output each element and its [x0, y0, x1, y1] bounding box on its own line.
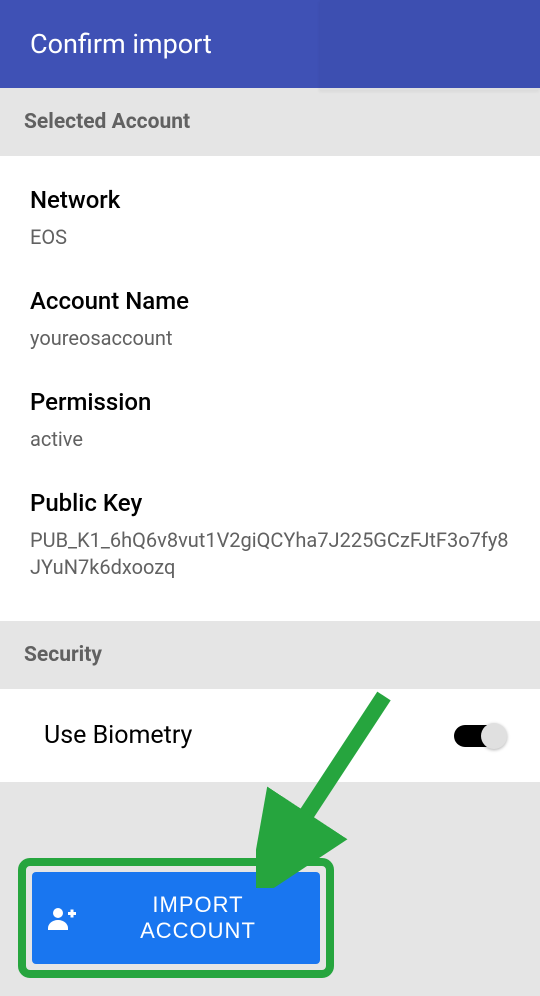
field-permission-label: Permission	[30, 388, 510, 416]
section-header-security: Security	[0, 621, 540, 689]
field-account-name: Account Name youreosaccount	[30, 287, 510, 352]
import-account-button[interactable]: IMPORT ACCOUNT	[32, 872, 320, 964]
field-permission: Permission active	[30, 388, 510, 453]
field-public-key-label: Public Key	[30, 489, 510, 517]
header-overlay	[320, 0, 540, 90]
field-network-value: EOS	[30, 224, 510, 251]
section-header-account: Selected Account	[0, 88, 540, 156]
biometry-toggle[interactable]	[454, 725, 504, 747]
field-permission-value: active	[30, 426, 510, 453]
page-title: Confirm import	[30, 28, 212, 60]
toggle-thumb	[481, 723, 507, 749]
bottom-action-area: IMPORT ACCOUNT	[0, 840, 540, 996]
app-header: Confirm import	[0, 0, 540, 88]
field-public-key: Public Key PUB_K1_6hQ6v8vut1V2giQCYha7J2…	[30, 489, 510, 581]
account-details-card: Network EOS Account Name youreosaccount …	[0, 156, 540, 621]
field-network: Network EOS	[30, 186, 510, 251]
field-account-name-value: youreosaccount	[30, 325, 510, 352]
add-user-icon	[48, 906, 76, 930]
tutorial-highlight: IMPORT ACCOUNT	[18, 858, 334, 978]
biometry-row: Use Biometry	[0, 689, 540, 782]
import-button-label: IMPORT ACCOUNT	[92, 892, 304, 944]
field-public-key-value: PUB_K1_6hQ6v8vut1V2giQCYha7J225GCzFJtF3o…	[30, 527, 510, 581]
biometry-label: Use Biometry	[44, 721, 192, 750]
field-network-label: Network	[30, 186, 510, 214]
field-account-name-label: Account Name	[30, 287, 510, 315]
